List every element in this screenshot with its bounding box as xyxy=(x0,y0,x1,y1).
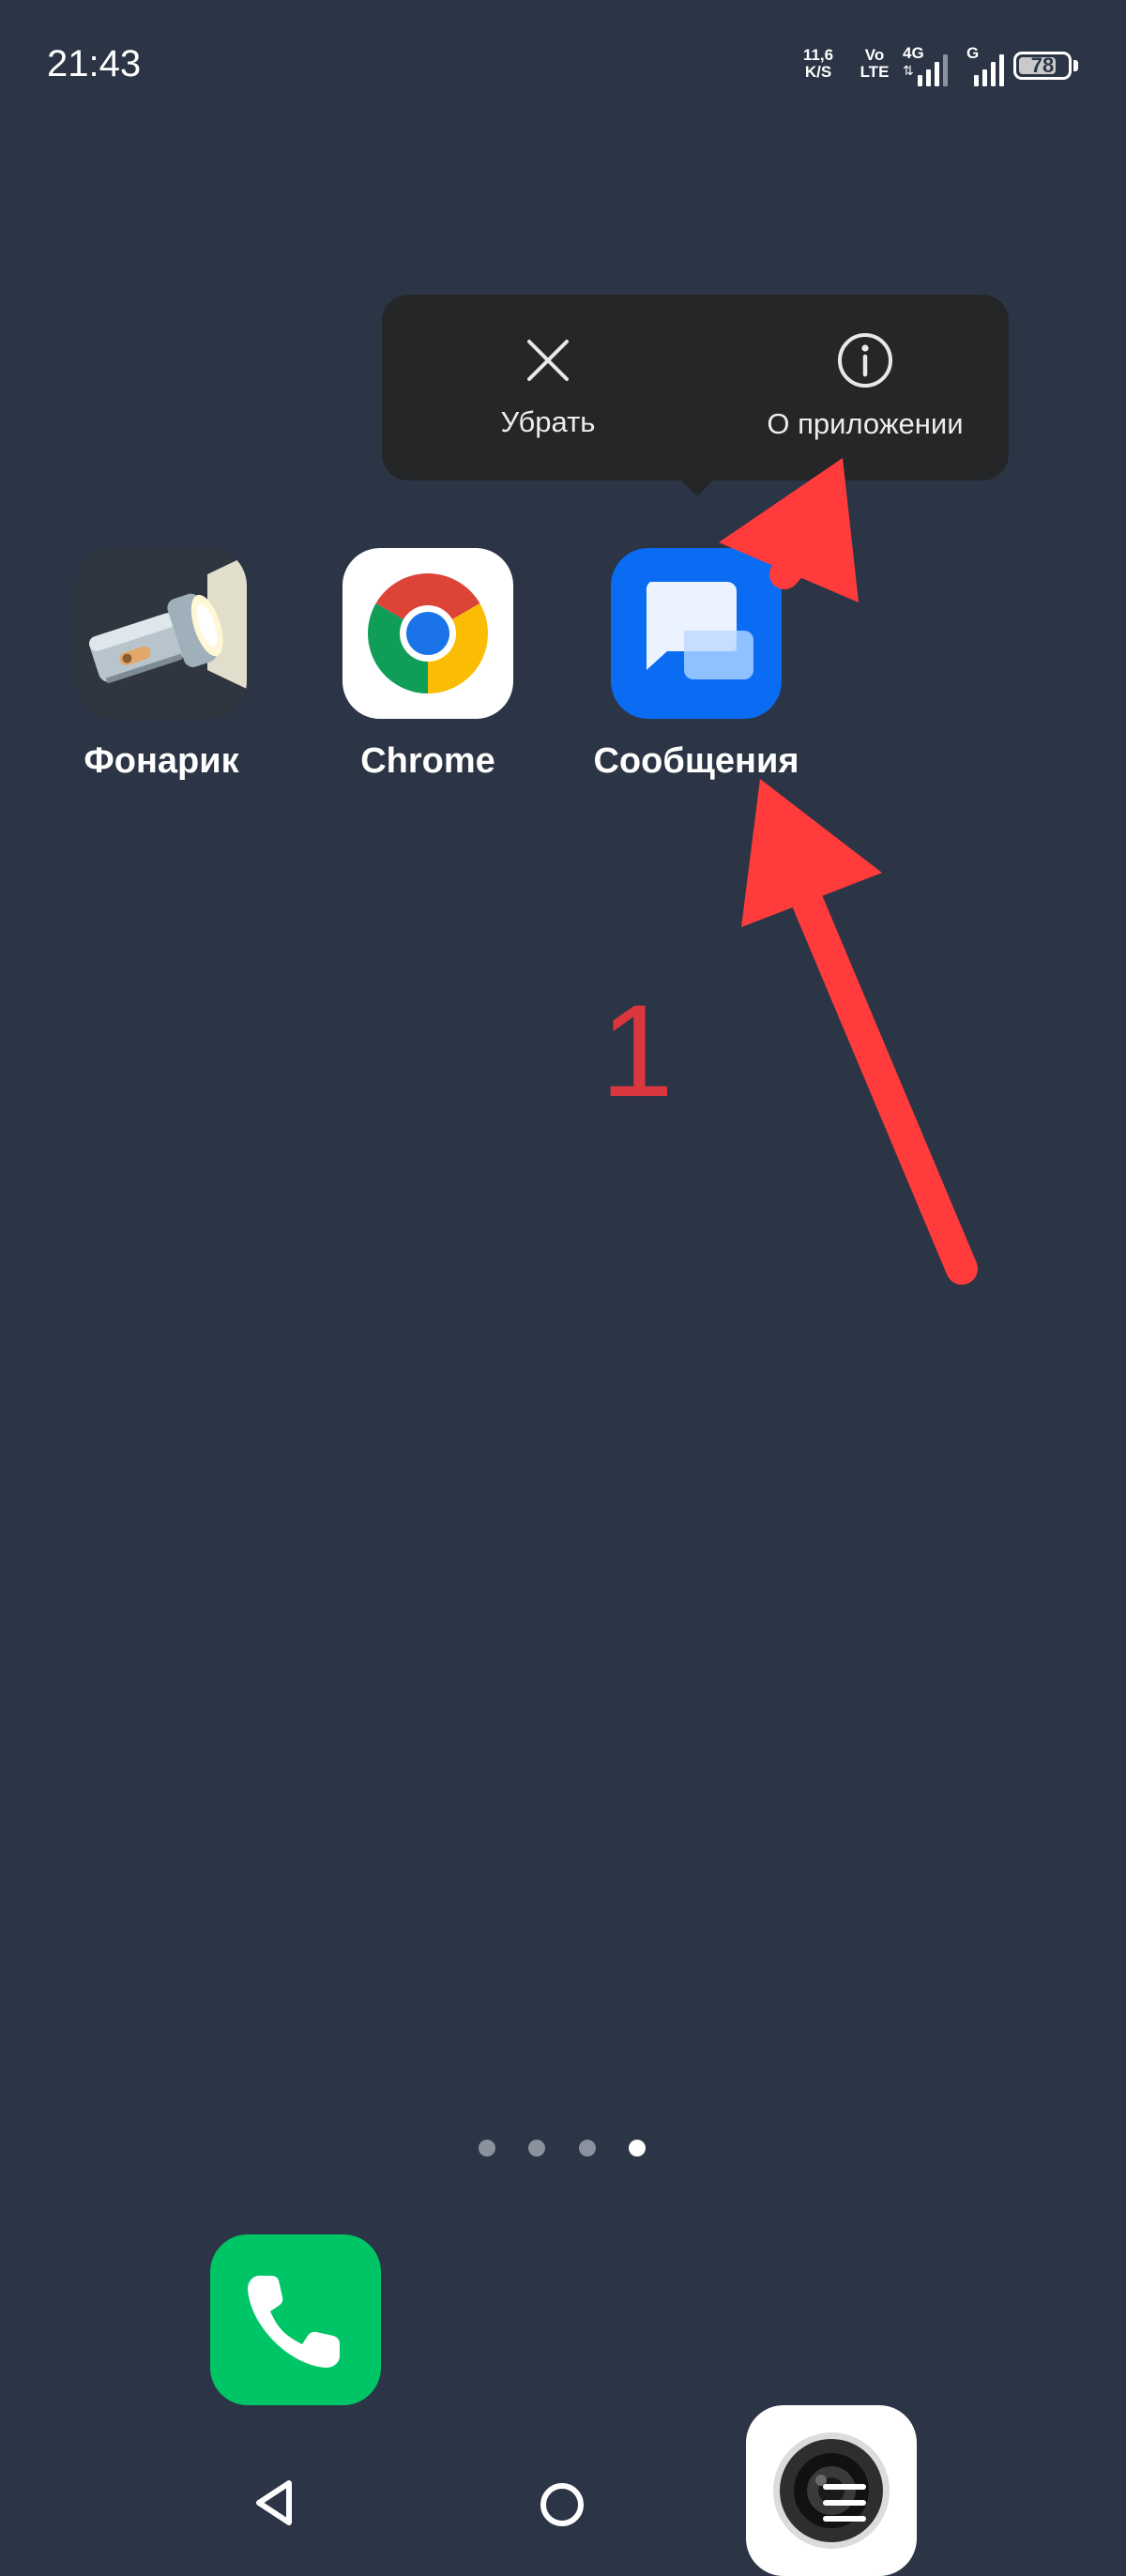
home-icon[interactable] xyxy=(539,2481,586,2528)
page-dot-4[interactable] xyxy=(629,2140,646,2157)
annotation-arrows xyxy=(719,458,978,1285)
arrow-to-app-info xyxy=(719,458,859,602)
page-dot-2[interactable] xyxy=(528,2140,545,2157)
menu-icon[interactable] xyxy=(822,2481,867,2524)
phone-icon xyxy=(248,2276,340,2368)
annotation-step-number: 1 xyxy=(601,977,674,1124)
arrow-to-messages xyxy=(741,779,978,1285)
page-dot-3[interactable] xyxy=(579,2140,596,2157)
page-dot-1[interactable] xyxy=(479,2140,495,2157)
back-icon[interactable] xyxy=(253,2477,295,2528)
dock-phone[interactable] xyxy=(210,2234,381,2405)
